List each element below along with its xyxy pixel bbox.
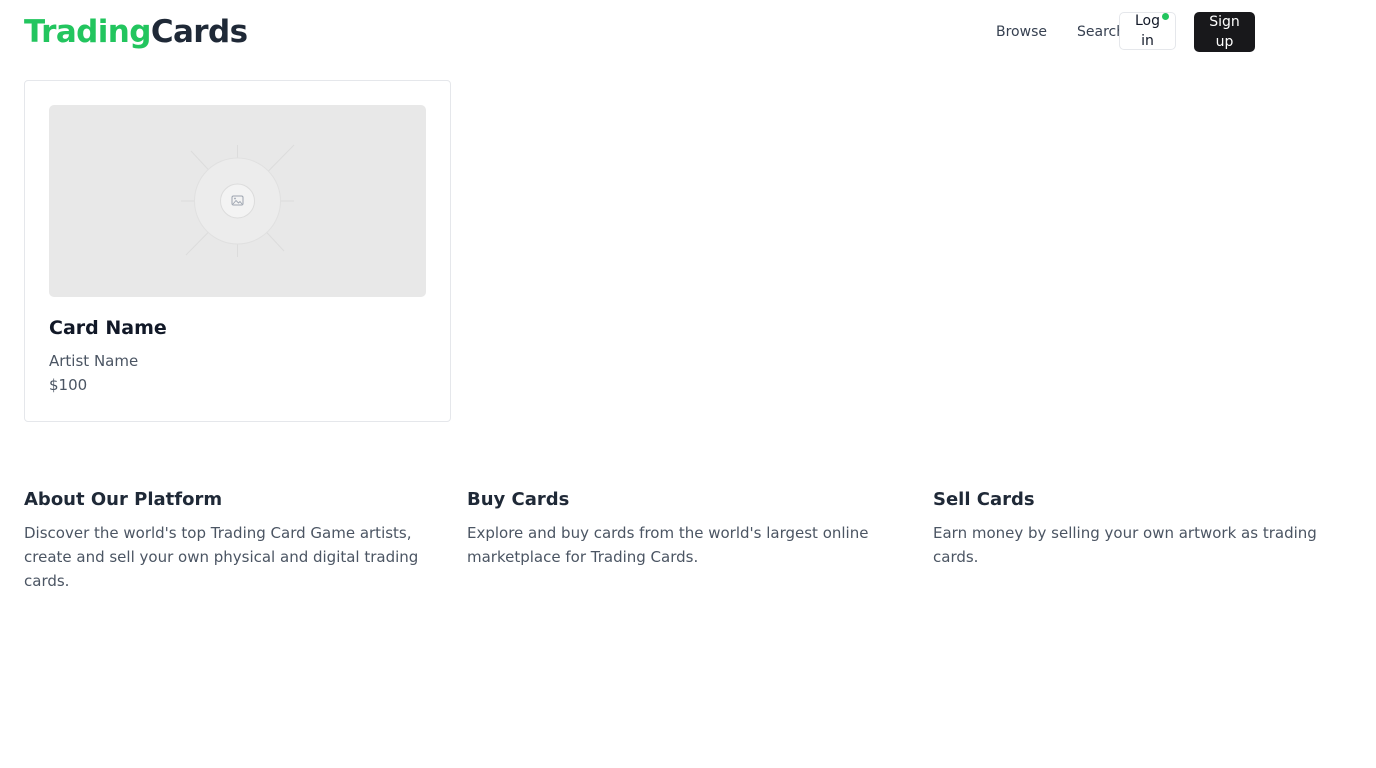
top-header: TradingCards Browse Search Log in Sign u… xyxy=(0,0,1376,64)
nav-search-link[interactable]: Search xyxy=(1077,22,1120,42)
sell-title: Sell Cards xyxy=(933,489,1035,510)
buy-text: Explore and buy cards from the world's l… xyxy=(467,524,869,566)
about-section: About Our Platform Discover the world's … xyxy=(24,487,434,593)
nav-browse-link[interactable]: Browse xyxy=(996,22,1047,42)
card-price: $100 xyxy=(49,376,88,394)
buy-title: Buy Cards xyxy=(467,489,570,510)
logo-text-cards: Cards xyxy=(150,14,248,50)
signup-button[interactable]: Sign up xyxy=(1194,12,1255,52)
signup-button-label: Sign up xyxy=(1209,14,1240,50)
trading-card[interactable]: Card Name Artist Name $100 xyxy=(24,80,451,422)
card-artist-name: Artist Name xyxy=(49,352,139,370)
card-name: Card Name xyxy=(49,317,167,339)
image-placeholder-icon xyxy=(181,144,295,257)
logo-text-trading: Trading xyxy=(24,14,151,50)
login-button-label: Log in xyxy=(1134,13,1160,49)
about-text: Discover the world's top Trading Card Ga… xyxy=(24,524,419,590)
sell-section: Sell Cards Earn money by selling your ow… xyxy=(933,487,1333,569)
about-title: About Our Platform xyxy=(24,489,223,510)
card-image xyxy=(49,105,426,297)
logo[interactable]: TradingCards xyxy=(24,13,248,51)
buy-section: Buy Cards Explore and buy cards from the… xyxy=(467,487,887,569)
sell-text: Earn money by selling your own artwork a… xyxy=(933,524,1317,566)
login-button[interactable]: Log in xyxy=(1119,12,1176,50)
notification-dot xyxy=(1162,13,1169,20)
